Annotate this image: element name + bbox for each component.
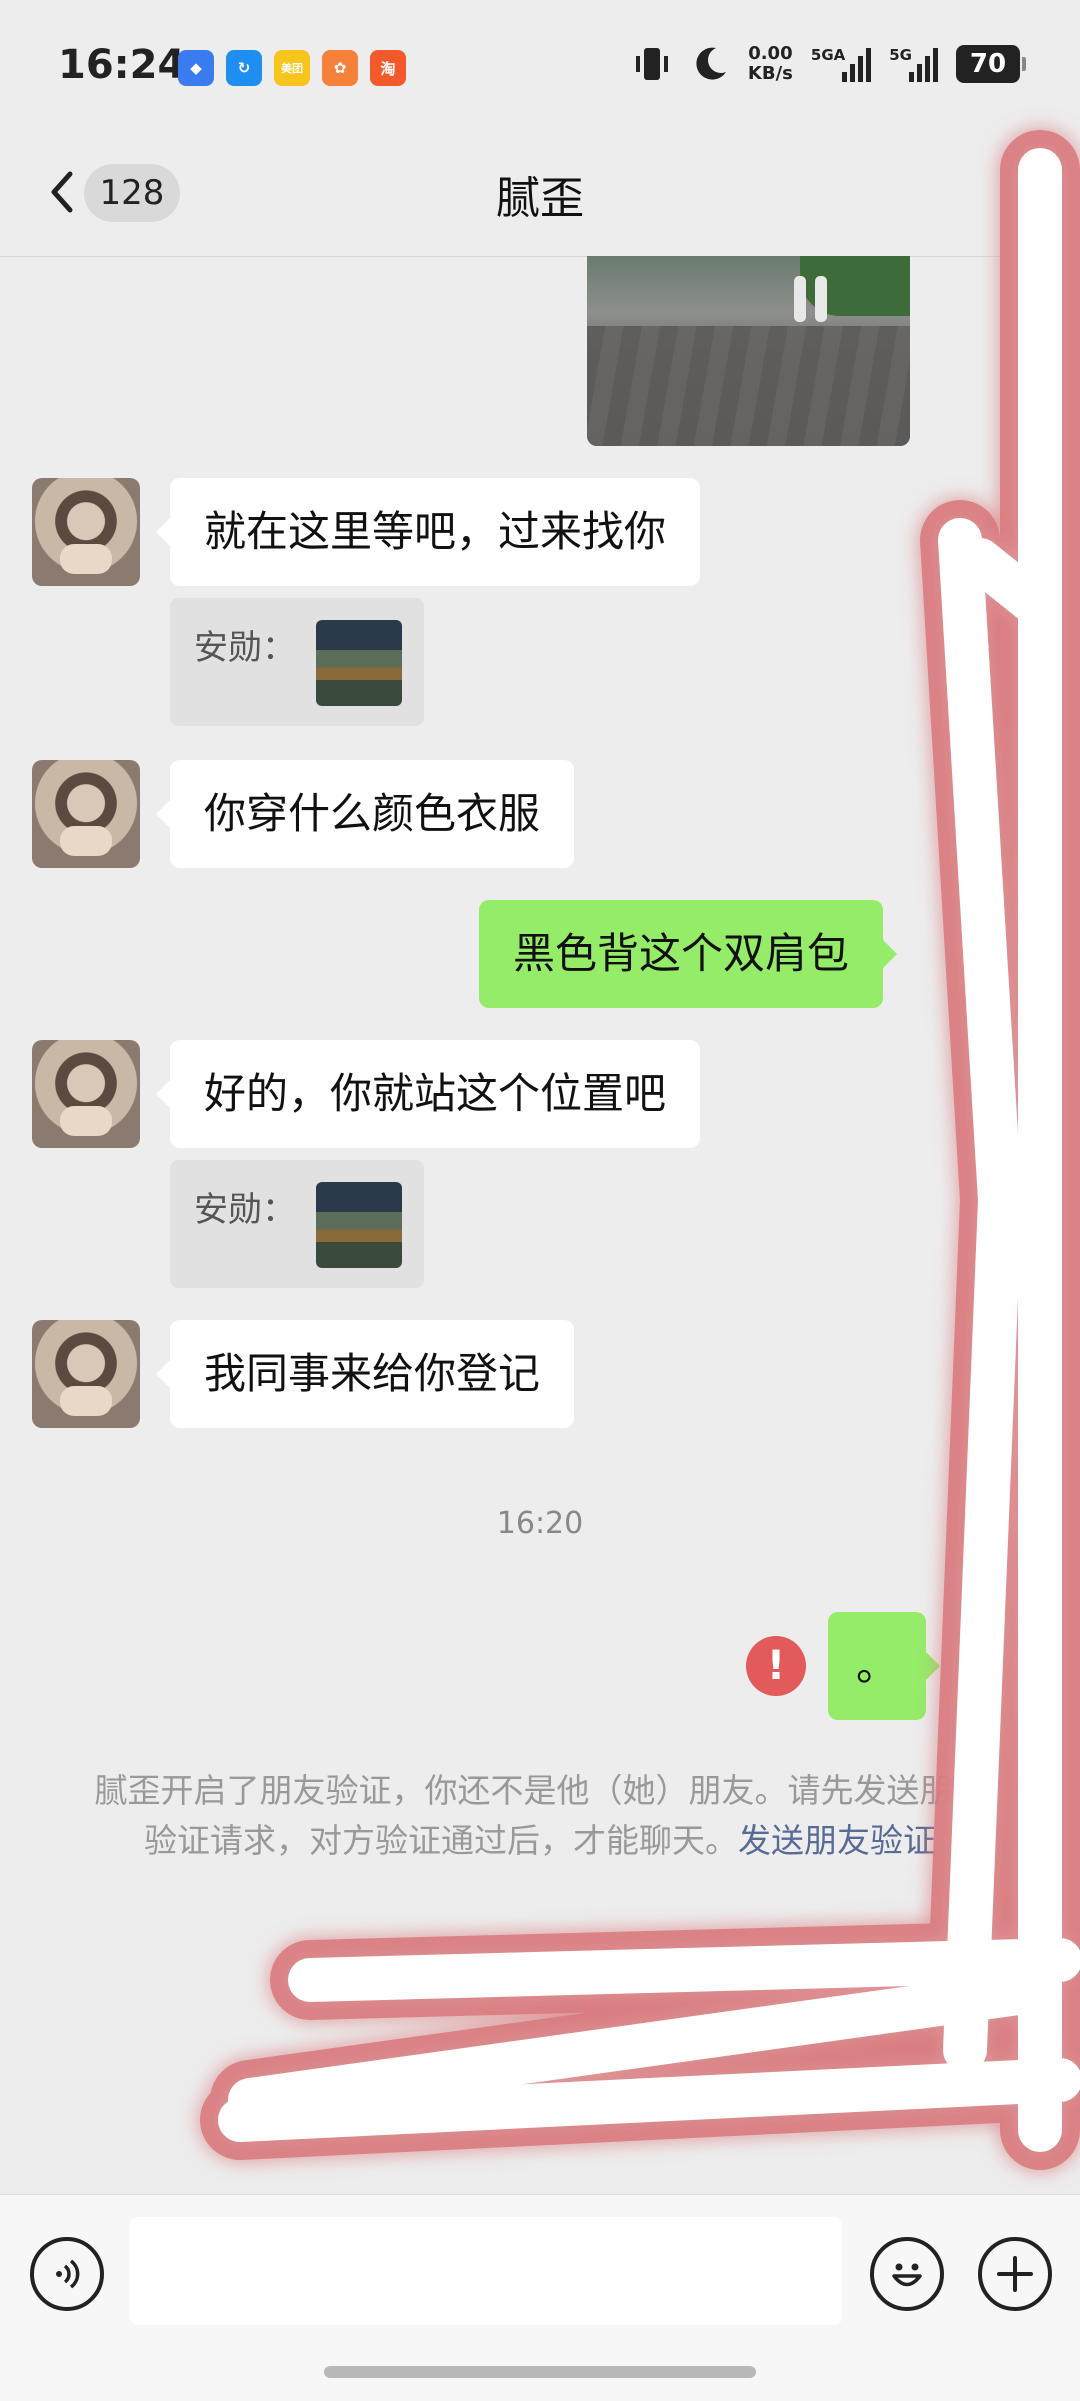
contact-avatar[interactable] [32, 760, 140, 868]
voice-wave-icon [56, 2259, 80, 2289]
chat-title: 腻歪 [496, 173, 584, 224]
status-indicators: 0.00 KB/s 5GA 5G 70 [632, 44, 1026, 84]
notification-app-icons: ◆ ↻ 美团 ✿ 淘 [178, 50, 406, 86]
quote-image-thumbnail[interactable] [316, 1182, 402, 1268]
quoted-image-reply[interactable]: 安勋： [170, 598, 424, 726]
send-verification-link[interactable]: 发送朋友验证 [738, 1821, 936, 1860]
signal-5ga: 5GA [810, 46, 872, 82]
meituan-icon: 美团 [274, 50, 310, 86]
incoming-message-bubble[interactable]: 你穿什么颜色衣服 [155, 760, 575, 868]
send-failed-icon[interactable]: ! [746, 1636, 806, 1696]
quote-sender-label: 安勋： [194, 1190, 296, 1230]
network-speed-value: 0.00 [748, 43, 793, 64]
outgoing-message-bubble[interactable]: 黑色背这个双肩包 [479, 900, 898, 1008]
do-not-disturb-moon-icon [696, 47, 726, 80]
friend-verification-notice: 腻歪开启了朋友验证，你还不是他（她）朋友。请先发送朋友验证请求，对方验证通过后，… [90, 1766, 990, 1866]
incoming-message-bubble[interactable]: 我同事来给你登记 [155, 1320, 575, 1428]
taobao-icon: 淘 [370, 50, 406, 86]
outgoing-message-bubble[interactable]: 。 [828, 1612, 941, 1720]
more-features-button[interactable] [978, 2237, 1052, 2311]
home-indicator[interactable] [324, 2366, 756, 2378]
incoming-message-bubble[interactable]: 就在这里等吧，过来找你 [155, 478, 701, 586]
message-timestamp: 16:20 [496, 1506, 584, 1541]
quote-image-thumbnail[interactable] [316, 620, 402, 706]
orange-app-icon: ✿ [322, 50, 358, 86]
status-bar: 16:24 ◆ ↻ 美团 ✿ 淘 0.00 KB/s 5GA 5G 70 [0, 0, 1080, 132]
network-speed-unit: KB/s [747, 63, 793, 84]
contact-avatar[interactable] [32, 1320, 140, 1428]
network-speed: 0.00 KB/s [748, 44, 793, 84]
quote-sender-label: 安勋： [194, 628, 296, 668]
contact-avatar[interactable] [32, 1040, 140, 1148]
battery-indicator: 70 [956, 45, 1026, 83]
photo-person [815, 276, 827, 322]
plus-icon [997, 2256, 1033, 2292]
smiley-face-icon [892, 2263, 922, 2287]
signal-5g-label: 5G [889, 46, 912, 64]
vibrate-icon [635, 48, 668, 80]
message-text-input[interactable] [130, 2217, 842, 2325]
signal-5g: 5G [889, 46, 938, 82]
signal-5ga-label: 5GA [810, 46, 846, 64]
incoming-message-bubble[interactable]: 好的，你就站这个位置吧 [155, 1040, 701, 1148]
status-time: 16:24 [58, 42, 186, 88]
voice-input-button[interactable] [30, 2237, 104, 2311]
blue-app-icon: ◆ [178, 50, 214, 86]
travel-app-icon: ↻ [226, 50, 262, 86]
emoji-button[interactable] [870, 2237, 944, 2311]
photo-paving [587, 326, 910, 446]
contact-avatar[interactable] [32, 478, 140, 586]
quoted-image-reply[interactable]: 安勋： [170, 1160, 424, 1288]
chat-header: 128 腻歪 ·· [0, 132, 1080, 257]
shared-photo-message[interactable] [587, 256, 910, 446]
more-options-icon[interactable]: ·· [1024, 190, 1054, 230]
photo-person [794, 276, 806, 322]
